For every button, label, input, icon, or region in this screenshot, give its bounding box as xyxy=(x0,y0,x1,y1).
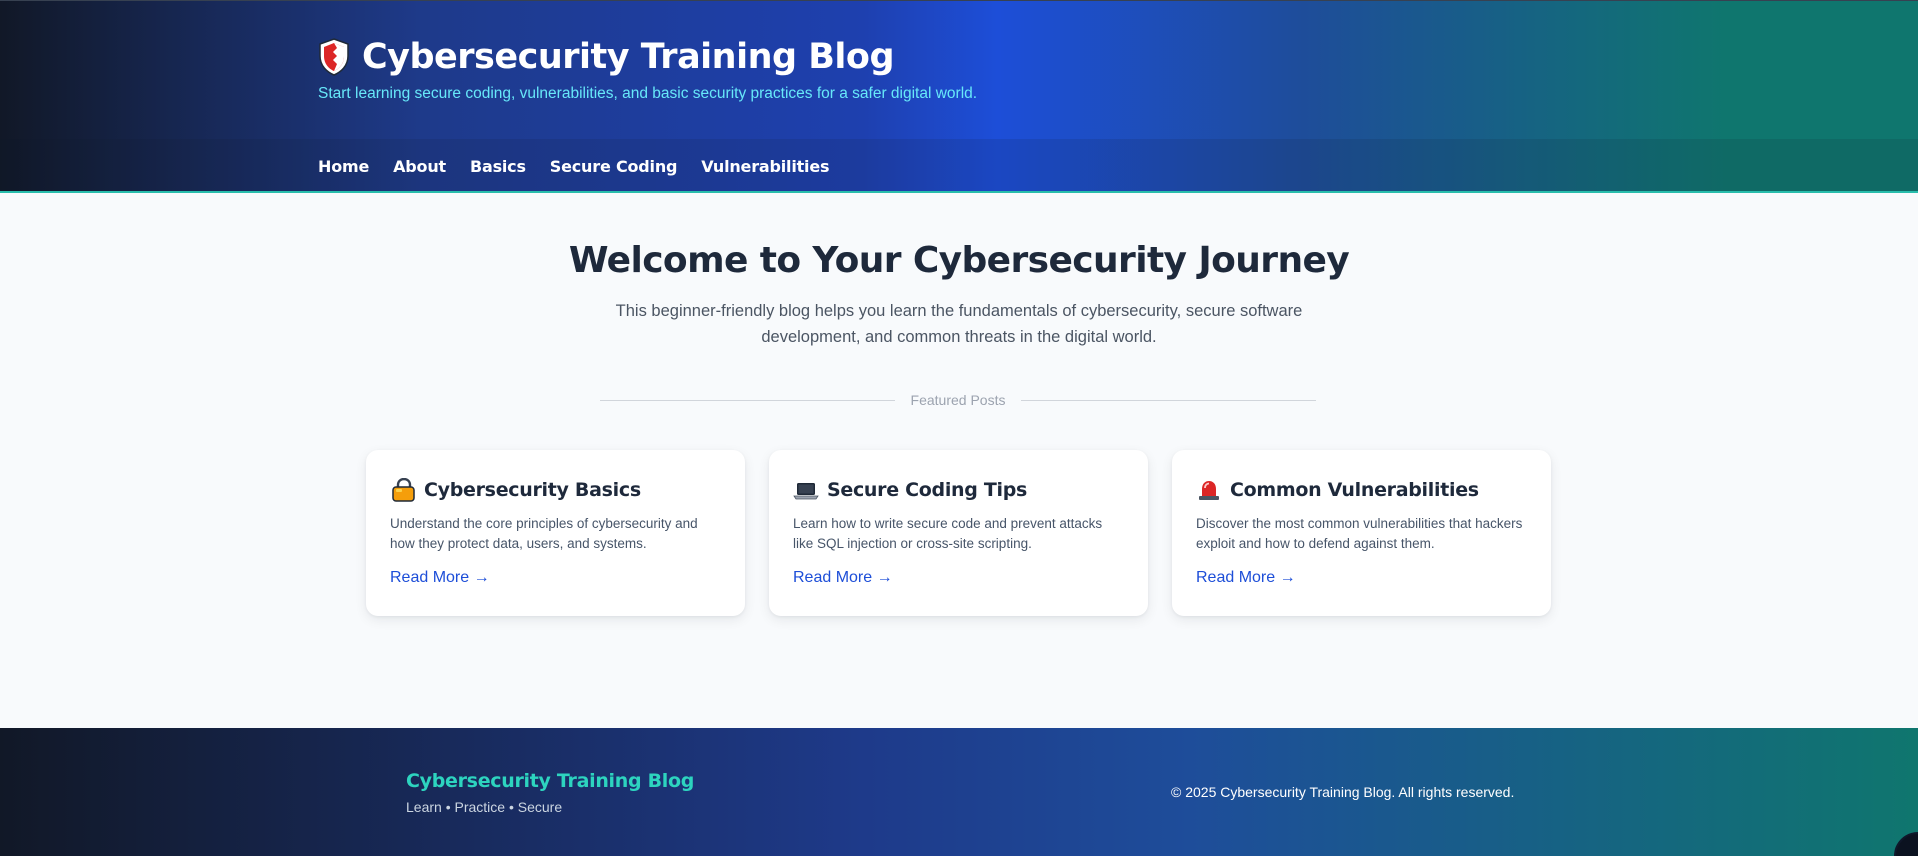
nav-item-vulnerabilities[interactable]: Vulnerabilities xyxy=(701,157,829,176)
hero-title: Welcome to Your Cybersecurity Journey xyxy=(568,240,1350,281)
lock-icon xyxy=(392,478,415,502)
nav-item-about[interactable]: About xyxy=(393,157,446,176)
divider-line-right xyxy=(1021,399,1316,401)
divider-line-left xyxy=(600,399,895,401)
card-title[interactable]: Common Vulnerabilities xyxy=(1230,479,1479,501)
card-description: Discover the most common vulnerabilities… xyxy=(1196,516,1523,551)
read-more-link[interactable]: Read More → xyxy=(1196,569,1296,587)
card-description: Understand the core principles of cybers… xyxy=(390,516,698,551)
card-title[interactable]: Cybersecurity Basics xyxy=(424,479,641,501)
card-header: Cybersecurity Basics xyxy=(390,476,721,504)
featured-divider: Featured Posts xyxy=(600,391,1316,409)
brand[interactable]: Cybersecurity Training Blog xyxy=(318,35,895,79)
post-card-vulnerabilities: Common Vulnerabilities Discover the most… xyxy=(1172,450,1551,616)
nav-bar: Home About Basics Secure Coding Vulnerab… xyxy=(0,139,1918,193)
nav-item-secure-coding[interactable]: Secure Coding xyxy=(550,157,678,176)
siren-icon xyxy=(1199,481,1219,500)
site-header: Cybersecurity Training Blog Start learni… xyxy=(0,0,1918,193)
card-description: Learn how to write secure code and preve… xyxy=(793,516,1103,551)
site-tagline: Start learning secure coding, vulnerabil… xyxy=(318,85,978,102)
read-more-link[interactable]: Read More → xyxy=(390,569,490,587)
footer-title: Cybersecurity Training Blog xyxy=(406,770,695,792)
post-card-basics: Cybersecurity Basics Understand the core… xyxy=(366,450,745,616)
featured-label: Featured Posts xyxy=(910,392,1006,408)
footer-copyright: © 2025 Cybersecurity Training Blog. All … xyxy=(1171,784,1515,800)
footer-subtitle: Learn • Practice • Secure xyxy=(406,799,563,815)
card-header: Secure Coding Tips xyxy=(793,476,1124,504)
hero-description: This beginner-friendly blog helps you le… xyxy=(615,302,1303,346)
nav-item-basics[interactable]: Basics xyxy=(470,157,526,176)
post-card-secure-coding: Secure Coding Tips Learn how to write se… xyxy=(769,450,1148,616)
site-footer: Cybersecurity Training Blog Learn • Prac… xyxy=(0,728,1918,856)
read-more-link[interactable]: Read More → xyxy=(793,569,893,587)
main-nav: Home About Basics Secure Coding Vulnerab… xyxy=(318,139,830,193)
card-header: Common Vulnerabilities xyxy=(1196,476,1527,504)
nav-item-home[interactable]: Home xyxy=(318,157,369,176)
site-title[interactable]: Cybersecurity Training Blog xyxy=(362,35,895,79)
shield-icon xyxy=(319,38,349,76)
laptop-icon xyxy=(793,483,819,500)
card-title[interactable]: Secure Coding Tips xyxy=(827,479,1027,501)
